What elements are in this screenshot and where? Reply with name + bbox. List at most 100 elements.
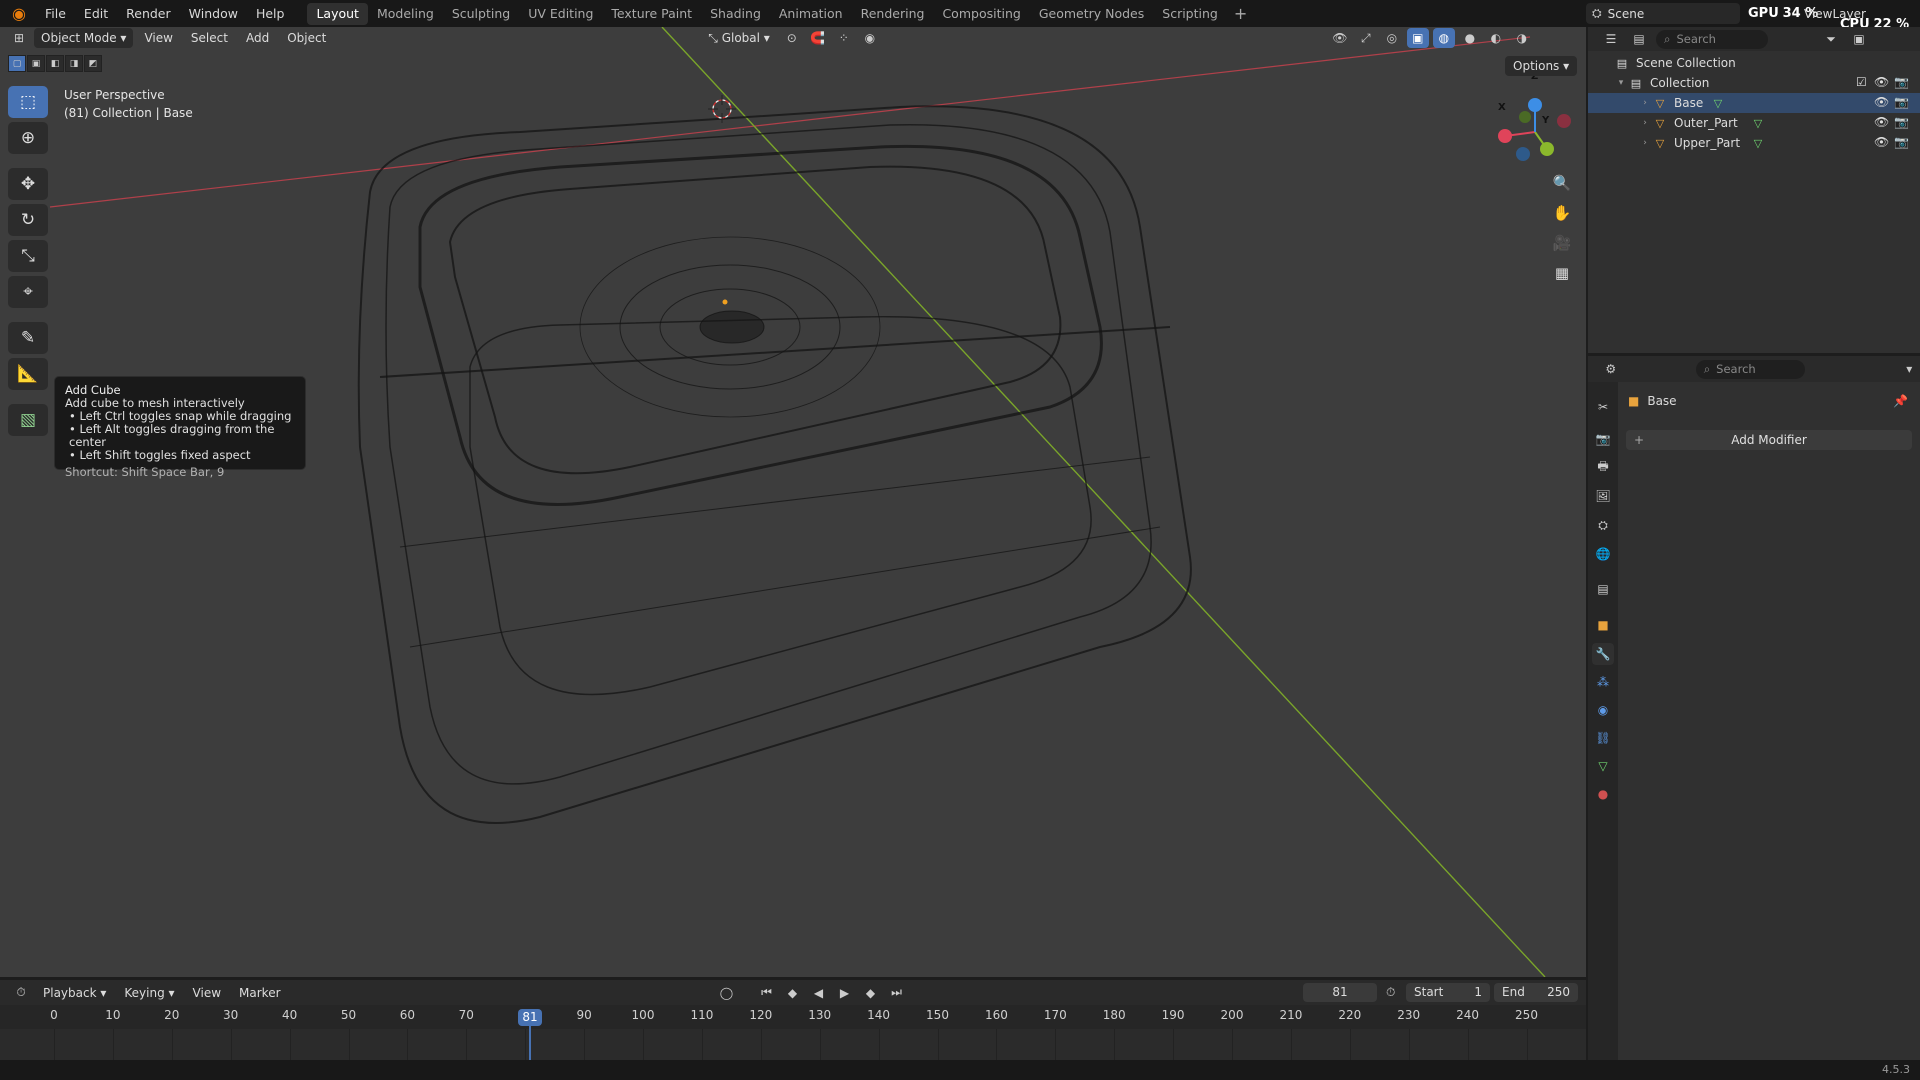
collection-tab-icon[interactable]: ▤: [1592, 578, 1614, 600]
outliner-collection[interactable]: ▾ ▤ Collection: [1588, 73, 1920, 93]
menu-marker[interactable]: Marker: [232, 983, 287, 1003]
select-new-icon[interactable]: ▢: [8, 55, 26, 72]
menu-view[interactable]: View: [186, 983, 228, 1003]
jump-start-icon[interactable]: ⏮: [756, 983, 778, 1003]
tab-modeling[interactable]: Modeling: [368, 3, 443, 25]
menu-view[interactable]: View: [137, 28, 179, 48]
eye-icon[interactable]: 👁: [1874, 95, 1889, 109]
jump-end-icon[interactable]: ⏭: [886, 983, 908, 1003]
menu-window[interactable]: Window: [180, 0, 247, 27]
material-shading-icon[interactable]: ◐: [1485, 28, 1507, 48]
camera-icon[interactable]: 📷: [1894, 115, 1909, 129]
tab-scripting[interactable]: Scripting: [1153, 3, 1227, 25]
render-tab-icon[interactable]: 📷: [1592, 428, 1614, 450]
cursor-tool-icon[interactable]: ⊕: [8, 122, 48, 154]
tab-uv-editing[interactable]: UV Editing: [519, 3, 602, 25]
3d-viewport[interactable]: [0, 27, 1586, 977]
current-frame-field[interactable]: 81: [1303, 983, 1377, 1002]
perspective-grid-icon[interactable]: ▦: [1550, 262, 1574, 284]
select-invert-icon[interactable]: ◨: [65, 55, 83, 72]
menu-select[interactable]: Select: [184, 28, 235, 48]
menu-object[interactable]: Object: [280, 28, 333, 48]
annotate-tool-icon[interactable]: ✎: [8, 322, 48, 354]
move-tool-icon[interactable]: ✥: [8, 168, 48, 200]
proportional-edit-icon[interactable]: ◉: [859, 28, 881, 48]
play-icon[interactable]: ▶: [834, 983, 856, 1003]
expand-icon[interactable]: ›: [1638, 98, 1652, 108]
expand-icon[interactable]: ▾: [1614, 78, 1628, 88]
solid-shading-icon[interactable]: ●: [1459, 28, 1481, 48]
mesh-data-tab-icon[interactable]: ▽: [1592, 755, 1614, 777]
snap-icon[interactable]: 🧲: [807, 28, 829, 48]
tab-geometry-nodes[interactable]: Geometry Nodes: [1030, 3, 1153, 25]
gizmo-x-label[interactable]: X: [1498, 102, 1506, 113]
properties-editor-icon[interactable]: ⚙: [1600, 359, 1621, 379]
select-intersect-icon[interactable]: ◩: [84, 55, 102, 72]
blender-logo-icon[interactable]: ◉: [8, 3, 30, 25]
tab-animation[interactable]: Animation: [770, 3, 852, 25]
menu-add[interactable]: Add: [239, 28, 276, 48]
gizmo-toggle-icon[interactable]: ⤢: [1355, 28, 1377, 48]
measure-tool-icon[interactable]: 📐: [8, 358, 48, 390]
outliner-item-base[interactable]: › ▽ Base ▽: [1588, 93, 1920, 113]
add-workspace-icon[interactable]: +: [1227, 4, 1254, 23]
particles-tab-icon[interactable]: ⁂: [1592, 671, 1614, 693]
expand-icon[interactable]: ›: [1638, 118, 1652, 128]
tab-compositing[interactable]: Compositing: [933, 3, 1029, 25]
world-tab-icon[interactable]: 🌐: [1592, 543, 1614, 565]
camera-icon[interactable]: 📷: [1894, 95, 1909, 109]
start-frame-field[interactable]: Start 1: [1406, 983, 1490, 1002]
pan-hand-icon[interactable]: ✋: [1550, 202, 1574, 224]
menu-edit[interactable]: Edit: [75, 0, 117, 27]
modifier-wrench-icon[interactable]: 🔧: [1592, 643, 1614, 665]
material-tab-icon[interactable]: ●: [1592, 783, 1614, 805]
select-subtract-icon[interactable]: ◧: [46, 55, 64, 72]
mesh-data-icon[interactable]: ▽: [1710, 96, 1726, 110]
add-cube-tool-icon[interactable]: ▧: [8, 404, 48, 436]
camera-icon[interactable]: 📷: [1894, 75, 1909, 89]
tab-sculpting[interactable]: Sculpting: [443, 3, 519, 25]
expand-icon[interactable]: ›: [1638, 138, 1652, 148]
timeline-editor-icon[interactable]: ⏱: [10, 983, 32, 1003]
new-collection-icon[interactable]: ▣: [1848, 29, 1870, 49]
tab-rendering[interactable]: Rendering: [852, 3, 934, 25]
rendered-shading-icon[interactable]: ◑: [1511, 28, 1533, 48]
orientation-selector[interactable]: ⤡ Global ▾: [701, 28, 777, 48]
output-tab-icon[interactable]: 🖶: [1592, 456, 1614, 478]
filter-icon[interactable]: ⏷: [1820, 29, 1842, 49]
tool-tab-icon[interactable]: ✂: [1592, 396, 1614, 418]
prev-keyframe-icon[interactable]: ◆: [782, 983, 804, 1003]
outliner-item-outer-part[interactable]: › ▽ Outer_Part ▽: [1588, 113, 1920, 133]
tab-layout[interactable]: Layout: [307, 2, 368, 25]
menu-help[interactable]: Help: [247, 0, 294, 27]
view-layer-tab-icon[interactable]: 🖼: [1592, 485, 1614, 507]
menu-playback[interactable]: Playback ▾: [36, 983, 113, 1003]
menu-keying[interactable]: Keying ▾: [117, 983, 181, 1003]
scene-tab-icon[interactable]: ⛭: [1592, 514, 1614, 536]
end-frame-field[interactable]: End 250: [1494, 983, 1578, 1002]
outliner-item-upper-part[interactable]: › ▽ Upper_Part ▽: [1588, 133, 1920, 153]
physics-tab-icon[interactable]: ◉: [1592, 699, 1614, 721]
visibility-icon[interactable]: 👁: [1329, 28, 1351, 48]
outliner-editor-icon[interactable]: ☰: [1600, 29, 1622, 49]
object-tab-icon[interactable]: ■: [1592, 614, 1614, 636]
chevron-down-icon[interactable]: ▾: [1899, 359, 1920, 379]
outliner-scene-collection[interactable]: ▤ Scene Collection: [1588, 53, 1920, 73]
camera-icon[interactable]: 📷: [1894, 135, 1909, 149]
mode-selector[interactable]: Object Mode ▾: [34, 28, 134, 48]
pivot-icon[interactable]: ⊙: [781, 28, 803, 48]
playhead[interactable]: [529, 1026, 531, 1060]
scale-tool-icon[interactable]: ⤡: [8, 240, 48, 272]
gizmo-y-label[interactable]: Y: [1542, 115, 1549, 126]
snap-target-icon[interactable]: ⁘: [833, 28, 855, 48]
record-icon[interactable]: ◯: [716, 983, 738, 1003]
select-box-icon[interactable]: ⬚: [8, 86, 48, 118]
mesh-data-icon[interactable]: ▽: [1750, 116, 1766, 130]
constraints-tab-icon[interactable]: ⛓: [1592, 727, 1614, 749]
transform-tool-icon[interactable]: ⌖: [8, 276, 48, 308]
xray-icon[interactable]: ▣: [1406, 28, 1429, 48]
checkbox-icon[interactable]: ☑: [1856, 75, 1867, 89]
rotate-tool-icon[interactable]: ↻: [8, 204, 48, 236]
wireframe-shading-icon[interactable]: ◍: [1432, 28, 1455, 48]
pin-icon[interactable]: 📌: [1893, 394, 1908, 408]
